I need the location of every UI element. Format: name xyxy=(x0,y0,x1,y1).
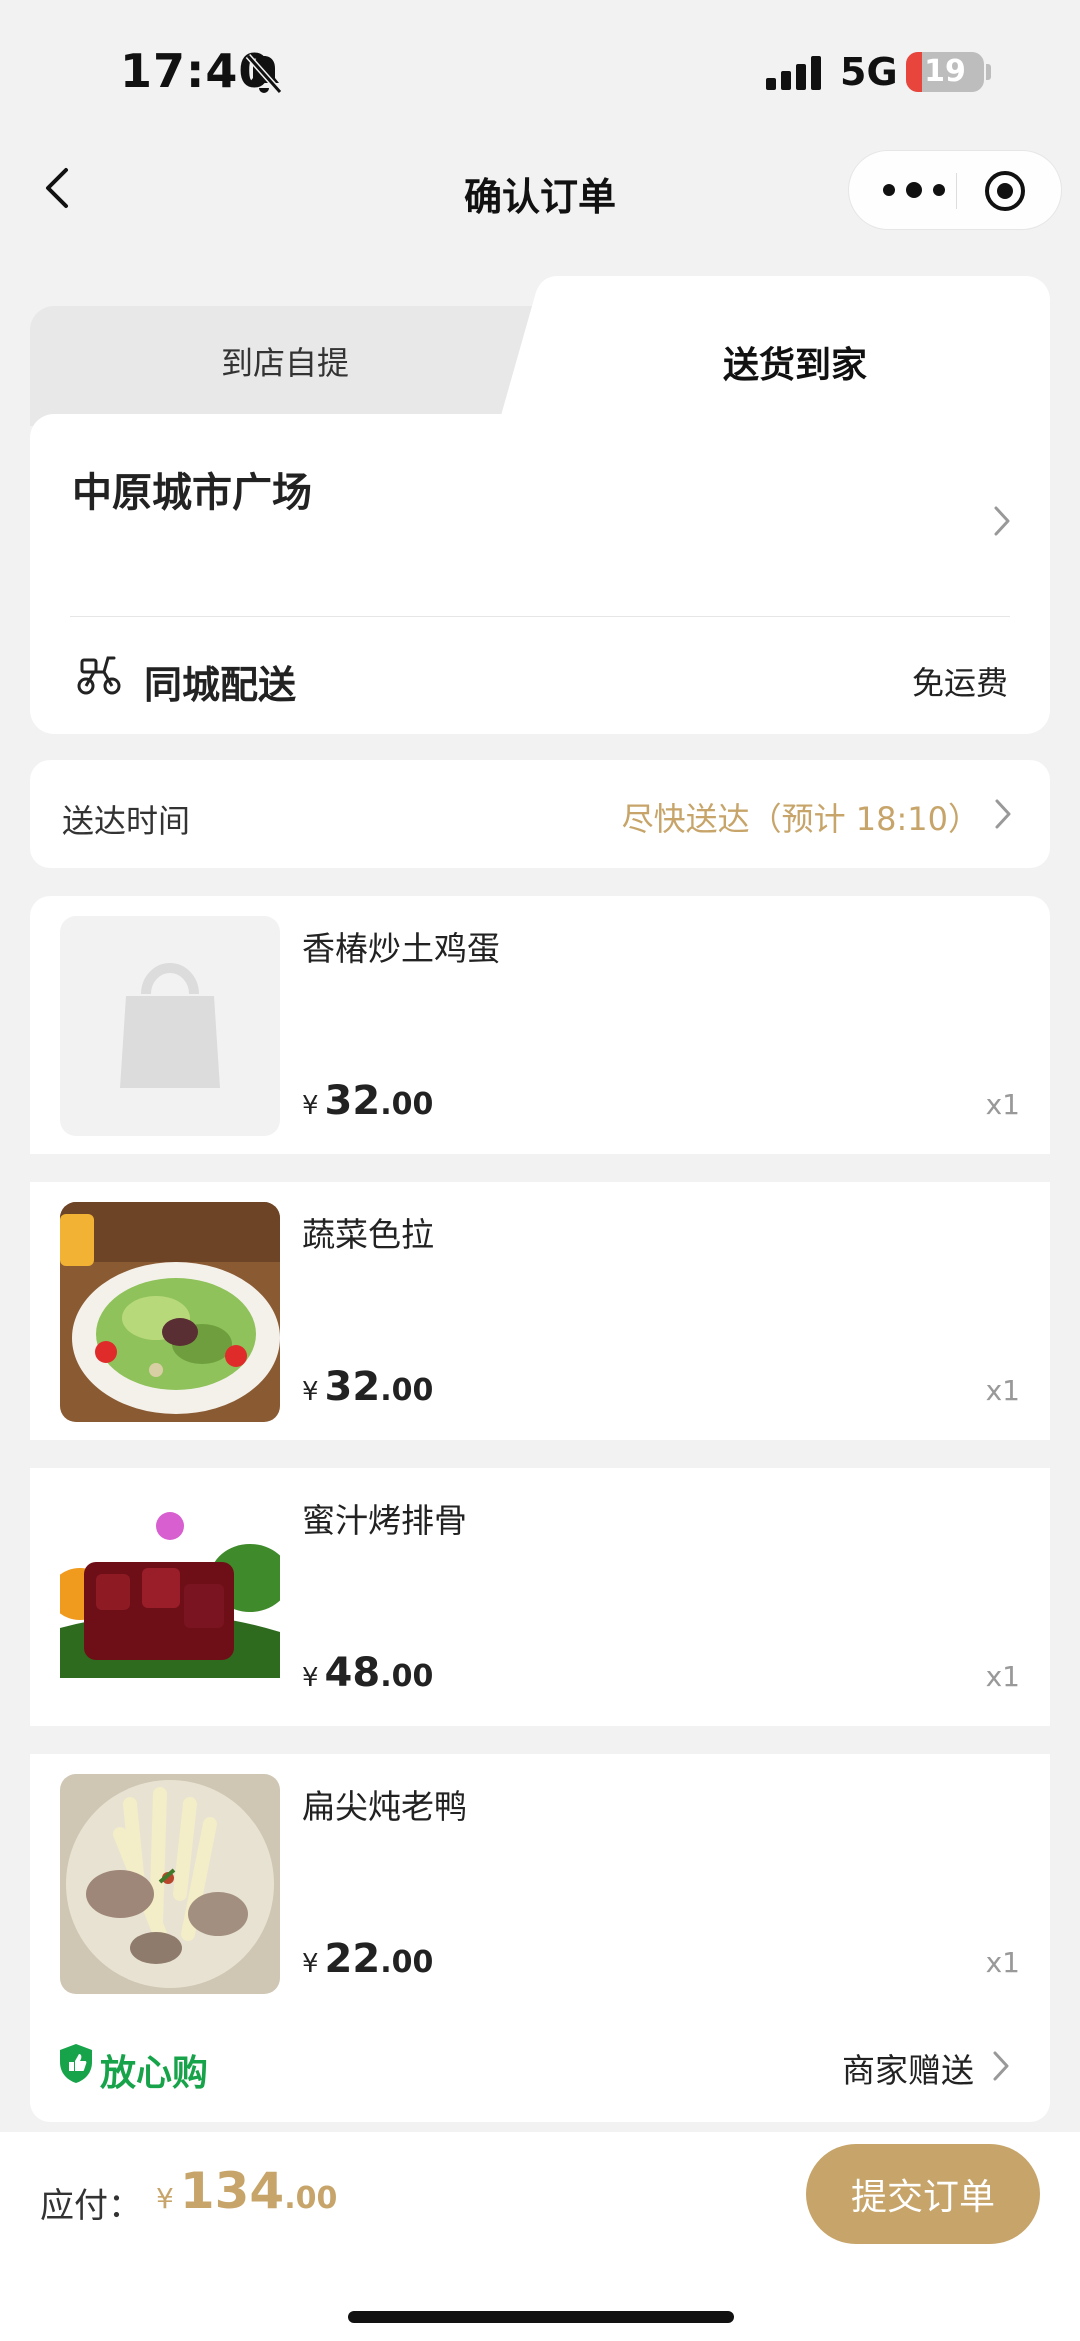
chevron-right-icon[interactable] xyxy=(994,798,1012,830)
battery-level: 19 xyxy=(924,54,966,89)
divider xyxy=(70,616,1010,617)
item-price: ¥32.00 xyxy=(302,1364,434,1410)
miniprogram-capsule xyxy=(848,150,1062,230)
amount-due-value: ¥134.00 xyxy=(156,2162,338,2220)
list-item: 扁尖炖老鸭 ¥22.00 x1 xyxy=(30,1754,1050,2012)
close-miniprogram-icon[interactable] xyxy=(983,169,1027,213)
network-label: 5G xyxy=(840,50,898,94)
merchant-gift-label[interactable]: 商家赠送 xyxy=(842,2044,974,2092)
ribs-image xyxy=(60,1488,280,1708)
item-name: 扁尖炖老鸭 xyxy=(302,1787,467,1826)
amount-due-label: 应付： xyxy=(40,2186,142,2226)
item-price: ¥22.00 xyxy=(302,1936,434,1982)
duck-soup-image xyxy=(60,1774,280,1994)
battery-icon: 19 xyxy=(906,52,984,92)
list-item: 蜜汁烤排骨 ¥48.00 x1 xyxy=(30,1468,1050,1726)
submit-order-button[interactable]: 提交订单 xyxy=(806,2144,1040,2244)
list-item: 香椿炒土鸡蛋 ¥32.00 x1 xyxy=(30,896,1050,1154)
list-item: 蔬菜色拉 ¥32.00 x1 xyxy=(30,1182,1050,1440)
tab-pickup-label[interactable]: 到店自提 xyxy=(30,338,540,384)
item-price: ¥32.00 xyxy=(302,1078,434,1124)
scooter-icon xyxy=(77,656,121,695)
shipping-method: 同城配送 xyxy=(144,663,297,707)
item-name: 蜜汁烤排骨 xyxy=(302,1501,467,1540)
item-quantity: x1 xyxy=(985,1088,1020,1121)
capsule-divider xyxy=(956,173,957,209)
delivery-time-value[interactable]: 尽快送达（预计 18:10） xyxy=(622,794,980,840)
item-name: 蔬菜色拉 xyxy=(302,1215,434,1254)
delivery-time-row[interactable]: 送达时间 尽快送达（预计 18:10） xyxy=(30,760,1050,868)
chevron-right-icon[interactable] xyxy=(992,2050,1010,2082)
item-quantity: x1 xyxy=(985,1946,1020,1979)
delivery-time-label: 送达时间 xyxy=(62,802,191,840)
bell-muted-icon xyxy=(245,54,283,94)
shipping-fee: 免运费 xyxy=(911,664,1008,702)
checkout-bar: 应付： ¥134.00 提交订单 xyxy=(0,2132,1080,2341)
salad-image xyxy=(60,1202,280,1422)
assurance-label[interactable]: 放心购 xyxy=(100,2044,208,2096)
item-price: ¥48.00 xyxy=(302,1650,434,1696)
item-quantity: x1 xyxy=(985,1660,1020,1693)
delivery-address[interactable]: 中原城市广场 xyxy=(72,460,312,518)
assurance-row: 放心购 商家赠送 xyxy=(30,2010,1050,2122)
delivery-card: 到店自提 送货到家 中原城市广场 同城配送 免运费 xyxy=(30,276,1050,734)
shopping-bag-icon xyxy=(120,963,220,1088)
tab-delivery-label[interactable]: 送货到家 xyxy=(540,336,1050,388)
home-indicator xyxy=(348,2311,734,2323)
item-quantity: x1 xyxy=(985,1374,1020,1407)
more-dots-icon[interactable] xyxy=(879,177,949,203)
product-image-placeholder xyxy=(60,916,280,1136)
shield-icon xyxy=(60,2044,92,2083)
chevron-right-icon[interactable] xyxy=(992,504,1012,538)
signal-icon xyxy=(766,56,821,90)
item-name: 香椿炒土鸡蛋 xyxy=(302,929,500,968)
battery-tip xyxy=(986,64,991,80)
